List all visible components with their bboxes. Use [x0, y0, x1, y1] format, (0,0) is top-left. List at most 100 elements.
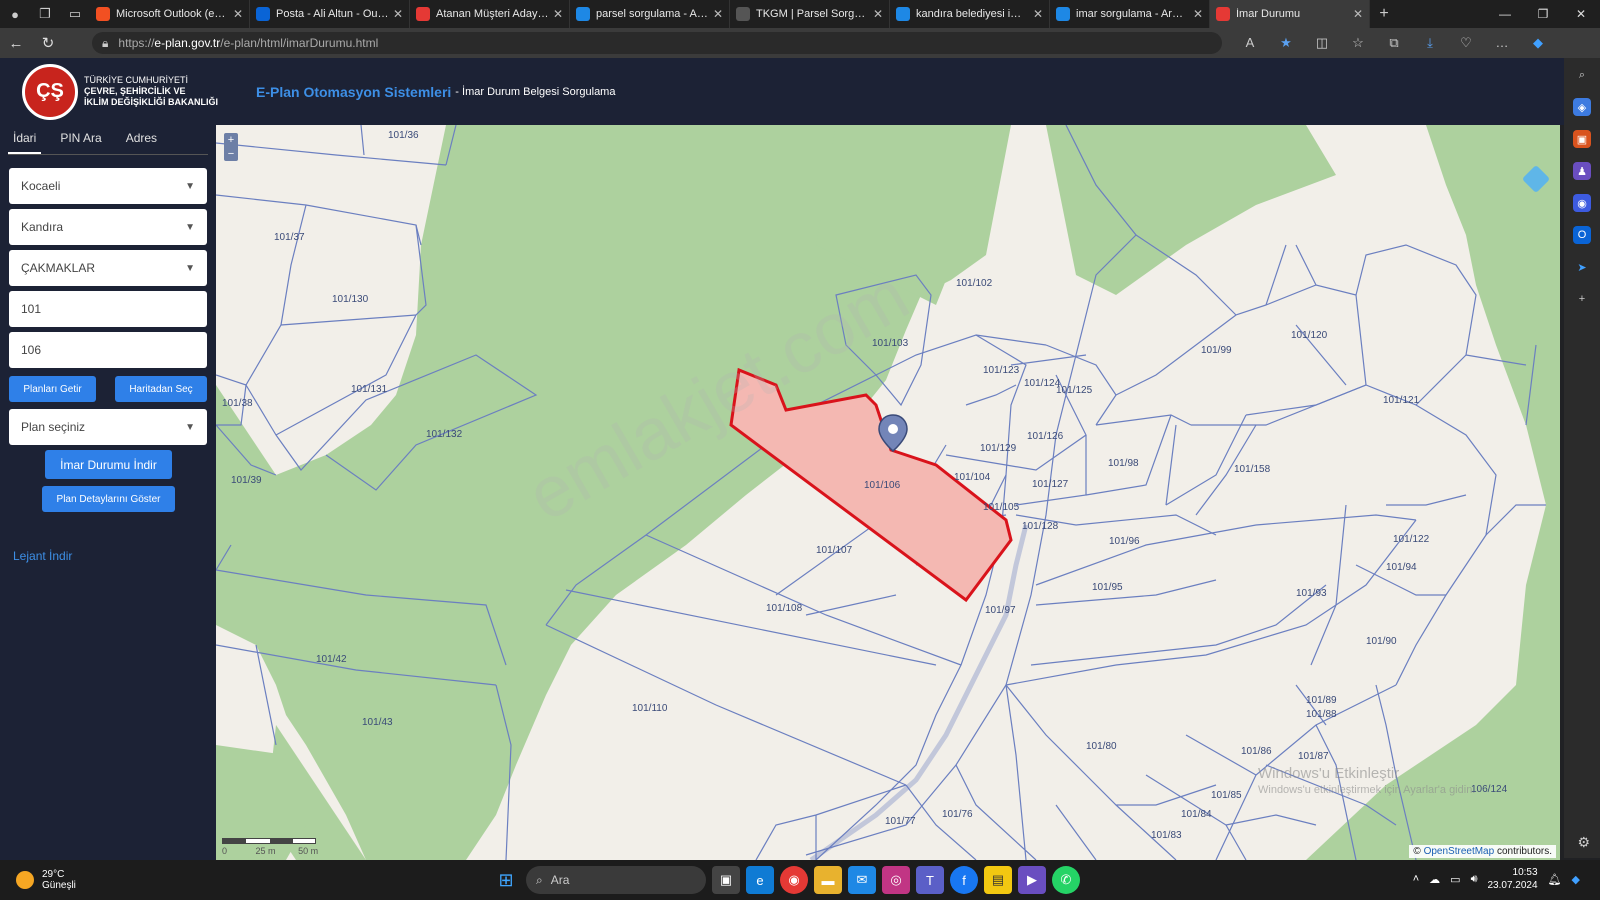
url-field[interactable]: 🔒︎ https://e-plan.gov.tr/e-plan/html/ima… — [92, 32, 1222, 54]
province-select[interactable]: Kocaeli ▼ — [9, 168, 207, 204]
close-tab-icon[interactable]: ✕ — [393, 7, 403, 21]
facebook-icon[interactable]: f — [950, 866, 978, 894]
browser-tab[interactable]: Atanan Müşteri Adayları ✕ — [410, 0, 570, 28]
parcel-label: 101/86 — [1241, 746, 1272, 757]
tab-title: TKGM | Parsel Sorgu Uyg — [756, 8, 869, 20]
volume-icon[interactable]: 🔊︎ — [1471, 873, 1478, 886]
browser-tab[interactable]: imar sorgulama - Arama ✕ — [1050, 0, 1210, 28]
app-title[interactable]: E-Plan Otomasyon Sistemleri — [256, 84, 451, 100]
copilot-tray-icon[interactable]: ◆ — [1572, 873, 1580, 886]
close-window-icon[interactable]: ✕ — [1562, 7, 1600, 21]
tab-pin-ara[interactable]: PIN Ara — [55, 131, 106, 154]
tab-idari[interactable]: İdari — [8, 131, 42, 154]
panel-tabs: İdari PIN Ara Adres — [8, 131, 208, 155]
chevron-down-icon: ▼ — [185, 421, 195, 433]
onedrive-icon[interactable]: ☁ — [1429, 873, 1440, 886]
chrome-icon[interactable]: ◉ — [780, 866, 808, 894]
zoom-in-button[interactable]: + — [224, 133, 238, 147]
refresh-icon[interactable]: ↻ — [32, 34, 64, 52]
notification-icon[interactable]: 🔔︎ — [1548, 873, 1562, 886]
profile-icon[interactable]: ● — [0, 0, 30, 28]
select-from-map-button[interactable]: Haritadan Seç — [115, 376, 207, 402]
network-icon[interactable]: ▭ — [1450, 873, 1460, 886]
office-icon[interactable]: ◉ — [1573, 194, 1591, 212]
copilot-icon[interactable]: ◆ — [1520, 35, 1556, 51]
notes-icon[interactable]: ▤ — [984, 866, 1012, 894]
browser-tab[interactable]: kandıra belediyesi imar d ✕ — [890, 0, 1050, 28]
neighborhood-select[interactable]: ÇAKMAKLAR ▼ — [9, 250, 207, 286]
parcel-label: 101/105 — [983, 502, 1020, 513]
close-tab-icon[interactable]: ✕ — [713, 7, 723, 21]
parcel-input[interactable]: 106 — [9, 332, 207, 368]
plan-select-value: Plan seçiniz — [21, 420, 86, 434]
download-zoning-button[interactable]: İmar Durumu İndir — [45, 450, 172, 479]
workspaces-icon[interactable]: ❐ — [30, 0, 60, 28]
zoom-control[interactable]: + − — [224, 133, 238, 161]
map-viewport[interactable]: 101/36 101/37 101/130 101/131 101/132 101/38 1… — [216, 125, 1560, 860]
parcel-label: 101/103 — [872, 338, 909, 349]
add-icon[interactable]: + — [1573, 290, 1591, 308]
block-input[interactable]: 101 — [9, 291, 207, 327]
task-view-icon[interactable]: ▣ — [712, 866, 740, 894]
legend-download-link[interactable]: Lejant İndir — [13, 549, 72, 563]
teams-icon[interactable]: T — [916, 866, 944, 894]
new-tab-button[interactable]: + — [1370, 5, 1398, 23]
browser-tab[interactable]: İmar Durumu ✕ — [1210, 0, 1370, 28]
browser-tab[interactable]: Posta - Ali Altun - Outlo ✕ — [250, 0, 410, 28]
plan-details-button[interactable]: Plan Detaylarını Göster — [42, 486, 175, 512]
district-select[interactable]: Kandıra ▼ — [9, 209, 207, 245]
settings-gear-icon[interactable]: ⚙ — [1577, 834, 1590, 851]
close-tab-icon[interactable]: ✕ — [1033, 7, 1043, 21]
send-icon[interactable]: ➤ — [1573, 258, 1591, 276]
restore-icon[interactable]: ❐ — [1524, 7, 1562, 21]
read-aloud-icon[interactable]: A — [1232, 35, 1268, 51]
parcel-label: 101/90 — [1366, 636, 1397, 647]
taskbar-search[interactable]: ⌕ Ara — [526, 866, 706, 894]
tab-adres[interactable]: Adres — [121, 131, 162, 154]
shopping-icon[interactable]: ◈ — [1573, 98, 1591, 116]
split-screen-icon[interactable]: ◫ — [1304, 35, 1340, 51]
mail-icon[interactable]: ✉ — [848, 866, 876, 894]
close-tab-icon[interactable]: ✕ — [1193, 7, 1203, 21]
media-player-icon[interactable]: ▶ — [1018, 866, 1046, 894]
forest-area — [1306, 125, 1560, 860]
close-tab-icon[interactable]: ✕ — [1353, 7, 1363, 21]
more-icon[interactable]: … — [1484, 35, 1520, 51]
favorites-icon[interactable]: ☆ — [1340, 35, 1376, 51]
start-icon[interactable]: ⊞ — [492, 866, 520, 894]
parcel-value: 106 — [21, 343, 42, 357]
browser-tab[interactable]: parsel sorgulama - Aram ✕ — [570, 0, 730, 28]
parcel-label: 101/95 — [1092, 582, 1123, 593]
downloads-icon[interactable]: ⤓ — [1412, 35, 1448, 51]
outlook-icon[interactable]: O — [1573, 226, 1591, 244]
health-icon[interactable]: ♡ — [1448, 35, 1484, 51]
close-tab-icon[interactable]: ✕ — [233, 7, 243, 21]
weather-widget[interactable]: 29°C Güneşli — [16, 869, 76, 891]
browser-tab[interactable]: TKGM | Parsel Sorgu Uyg ✕ — [730, 0, 890, 28]
edge-icon[interactable]: e — [746, 866, 774, 894]
clock[interactable]: 10:53 23.07.2024 — [1488, 866, 1538, 892]
parcel-label: 101/106 — [864, 480, 901, 491]
instagram-icon[interactable]: ◎ — [882, 866, 910, 894]
search-icon[interactable]: ⌕ — [1573, 66, 1591, 84]
plan-select[interactable]: Plan seçiniz ▼ — [9, 409, 207, 445]
favorite-star-icon[interactable]: ★ — [1268, 35, 1304, 51]
collections-icon[interactable]: ⧉ — [1376, 35, 1412, 51]
zoom-out-button[interactable]: − — [224, 147, 238, 161]
get-plans-button[interactable]: Planları Getir — [9, 376, 96, 402]
tools-icon[interactable]: ▣ — [1573, 130, 1591, 148]
tab-actions-icon[interactable]: ▭ — [60, 0, 90, 28]
parcel-map[interactable]: 101/36 101/37 101/130 101/131 101/132 101/38 1… — [216, 125, 1560, 860]
minimize-icon[interactable]: — — [1486, 7, 1524, 21]
browser-tab[interactable]: Microsoft Outlook (eski a ✕ — [90, 0, 250, 28]
games-icon[interactable]: ♟ — [1573, 162, 1591, 180]
close-tab-icon[interactable]: ✕ — [553, 7, 563, 21]
osm-link[interactable]: OpenStreetMap — [1424, 846, 1495, 857]
tray-expand-icon[interactable]: ˄ — [1413, 873, 1419, 885]
search-icon: ⌕ — [536, 872, 543, 887]
whatsapp-icon[interactable]: ✆ — [1052, 866, 1080, 894]
parcel-label: 101/121 — [1383, 395, 1420, 406]
close-tab-icon[interactable]: ✕ — [873, 7, 883, 21]
file-explorer-icon[interactable]: ▬ — [814, 866, 842, 894]
back-icon[interactable]: ← — [0, 35, 32, 52]
